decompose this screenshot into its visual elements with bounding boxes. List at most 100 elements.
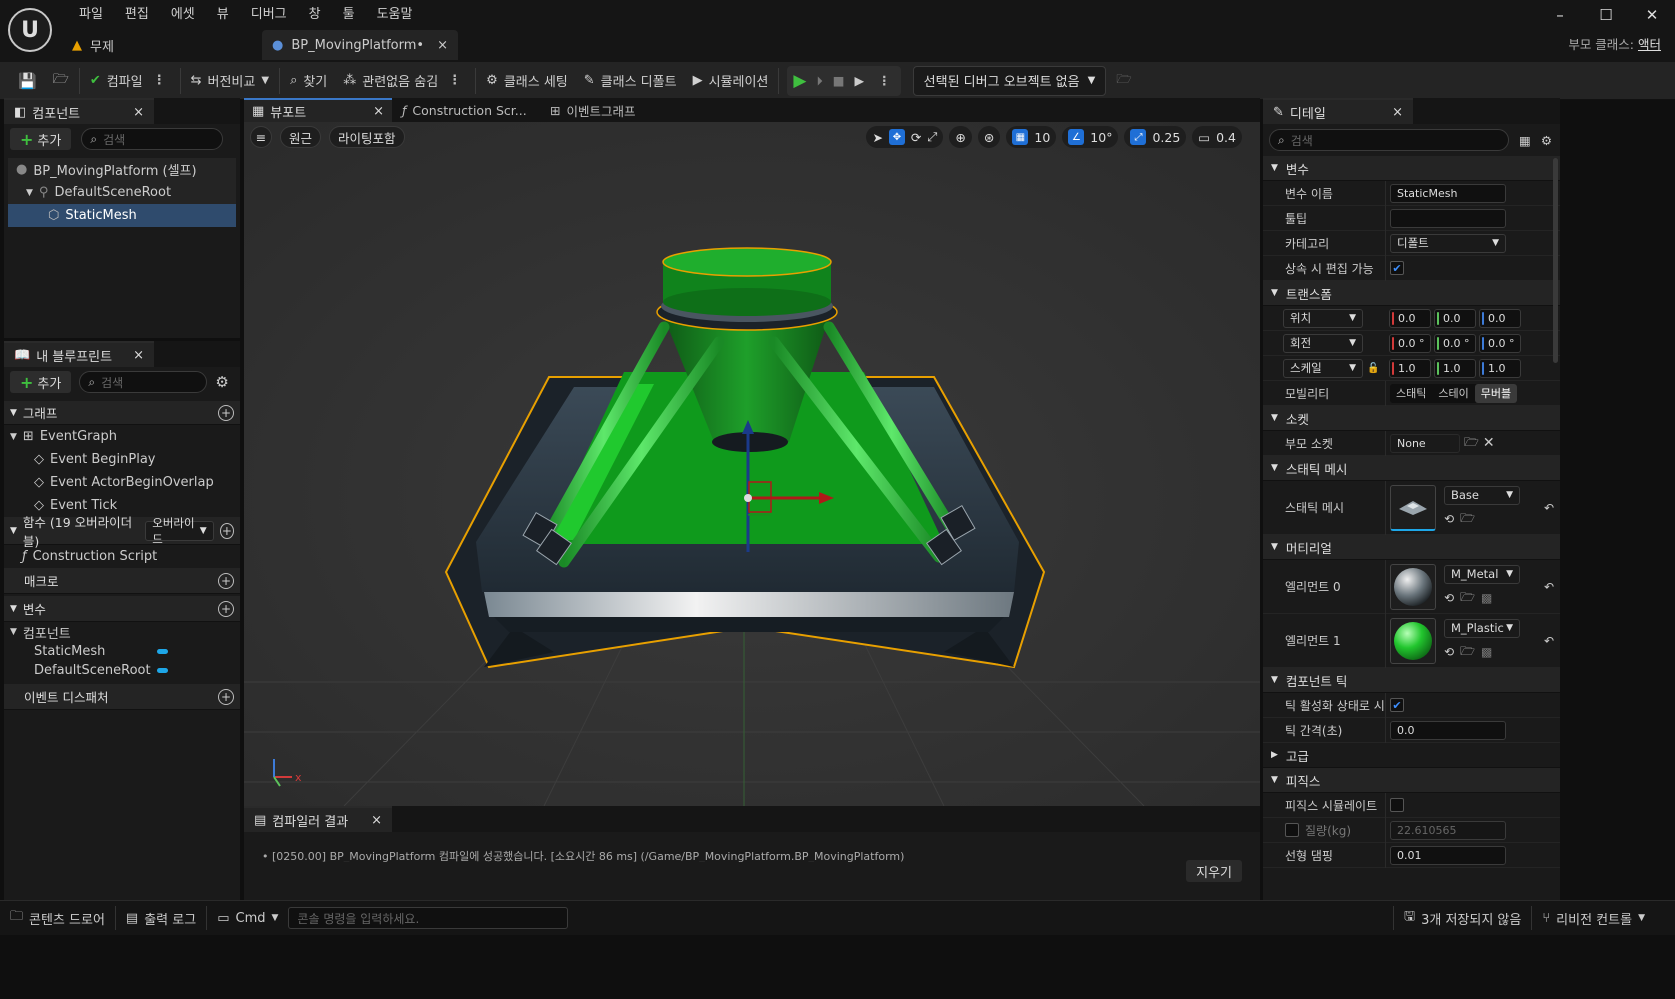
reset-arrow-icon[interactable]: ↶ (1544, 580, 1554, 594)
clear-button[interactable]: 지우기 (1186, 860, 1242, 882)
expand-arrow-icon[interactable]: ▼ (26, 188, 33, 198)
linear-damping-field[interactable]: 0.01 (1390, 845, 1506, 865)
add-component-button[interactable]: + 추가 (10, 128, 72, 150)
menu-tools[interactable]: 툴 (332, 5, 366, 25)
section-sockets[interactable]: ▼ 소켓 (1263, 406, 1560, 431)
menu-window[interactable]: 창 (298, 5, 332, 25)
rotation-y[interactable]: 0.0 ° (1434, 333, 1476, 353)
scale-z[interactable]: 1.0 (1479, 358, 1521, 378)
variables-section-header[interactable]: ▼ 변수 + (4, 596, 240, 622)
location-x[interactable]: 0.0 (1389, 308, 1431, 328)
material-thumbnail-plastic[interactable] (1390, 617, 1436, 664)
tab-construction-script[interactable]: ƒ Construction Scr... (392, 98, 540, 122)
scale-snap[interactable]: ⤢ 0.25 (1124, 126, 1187, 148)
tree-item-self[interactable]: ● BP_MovingPlatform (셀프) (8, 158, 236, 181)
stop-icon[interactable]: ■ (833, 73, 845, 88)
add-member-button[interactable]: + 추가 (10, 371, 72, 393)
location-y[interactable]: 0.0 (1434, 308, 1476, 328)
doc-tab-bp-moving-platform[interactable]: ● BP_MovingPlatform• × (262, 30, 458, 60)
mass-override-checkbox[interactable] (1285, 823, 1299, 837)
content-drawer-button[interactable]: 🗀 콘텐츠 드로어 (0, 901, 115, 936)
checker-icon[interactable]: ▩ (1481, 591, 1492, 605)
cmd-dropdown[interactable]: ▭ Cmd ▼ (207, 901, 288, 936)
revision-control-button[interactable]: ⑂ 리비전 컨트롤 ▼ (1532, 901, 1675, 936)
play-options-icon[interactable]: ▶ (855, 73, 865, 88)
table-view-icon[interactable]: ▦ (1519, 133, 1531, 148)
reset-arrow-icon[interactable]: ↶ (1544, 634, 1554, 648)
scale-icon[interactable]: ⤢ (927, 129, 937, 145)
gear-icon[interactable]: ⚙ (215, 373, 228, 391)
dispatchers-section-header[interactable]: 이벤트 디스패처 + (4, 684, 240, 710)
debug-browse-icon[interactable]: 🗁 (1112, 70, 1132, 91)
maximize-icon[interactable]: ☐ (1583, 6, 1629, 24)
variable-name-field[interactable]: StaticMesh (1390, 183, 1506, 203)
browse-folder-icon[interactable]: 🗁 (1460, 588, 1475, 609)
use-selected-icon[interactable]: ⟲ (1444, 591, 1454, 605)
menu-debug[interactable]: 디버그 (240, 5, 298, 25)
tab-viewport[interactable]: ▦ 뷰포트 × (244, 98, 392, 122)
var-static-mesh[interactable]: StaticMesh (4, 642, 240, 661)
checker-icon[interactable]: ▩ (1481, 645, 1492, 659)
mobility-movable[interactable]: 무버블 (1474, 383, 1518, 403)
material-thumbnail-metal[interactable] (1390, 563, 1436, 610)
components-search-input[interactable]: ⌕ 검색 (81, 128, 224, 150)
gear-icon[interactable]: ⚙ (1541, 133, 1552, 148)
find-button[interactable]: ⌕ 찾기 (282, 62, 335, 100)
translate-icon[interactable]: ✥ (888, 129, 905, 145)
viewport-3d[interactable]: x ≡ 원근 라이팅포함 ➤ ✥ ⟳ ⤢ ⊕ ⊛ ▦ 10 ∠ 10° ⤢ 0.25 … (244, 122, 1260, 806)
add-circle-icon[interactable]: + (218, 572, 234, 589)
menu-asset[interactable]: 에셋 (160, 5, 206, 25)
diff-button[interactable]: ⇆ 버전비교 ▼ (183, 62, 277, 100)
section-transform[interactable]: ▼ 트랜스폼 (1263, 281, 1560, 306)
static-mesh-dropdown[interactable]: Base ▼ (1444, 485, 1520, 505)
close-icon[interactable]: × (437, 38, 448, 53)
minimize-icon[interactable]: – (1537, 6, 1583, 24)
step-icon[interactable]: ⏵ (816, 73, 822, 89)
details-scrollbar[interactable] (1553, 158, 1558, 363)
world-local-toggle[interactable]: ⊕ (949, 126, 972, 148)
select-arrow-icon[interactable]: ➤ (872, 130, 882, 145)
section-variable[interactable]: ▼ 변수 (1263, 156, 1560, 181)
close-icon[interactable]: × (133, 348, 144, 363)
rotation-z[interactable]: 0.0 ° (1479, 333, 1521, 353)
unreal-logo-icon[interactable]: U (8, 8, 52, 52)
clear-x-icon[interactable]: ✕ (1483, 435, 1495, 451)
scale-y[interactable]: 1.0 (1434, 358, 1476, 378)
use-selected-icon[interactable]: ⟲ (1444, 645, 1454, 659)
browse-folder-icon[interactable]: 🗁 (1460, 509, 1475, 530)
class-defaults-button[interactable]: ✎ 클래스 디폴트 (576, 62, 685, 100)
parent-socket-field[interactable]: None (1390, 433, 1460, 453)
editable-checkbox[interactable]: ✔ (1390, 261, 1404, 275)
simulate-physics-checkbox[interactable] (1390, 798, 1404, 812)
rotation-dropdown[interactable]: 회전 ▼ (1283, 333, 1363, 353)
section-component-tick[interactable]: ▼ 컴포넌트 틱 (1263, 668, 1560, 693)
details-search-input[interactable]: ⌕ 검색 (1269, 129, 1509, 151)
compile-options-icon[interactable]: ⋮ (149, 73, 170, 88)
event-graph-item[interactable]: ▼ ⊞ EventGraph (4, 425, 240, 448)
tab-event-graph[interactable]: ⊞ 이벤트그래프 (540, 98, 680, 122)
output-log-button[interactable]: ▤ 출력 로그 (116, 901, 206, 936)
mobility-stationary[interactable]: 스테이 (1432, 385, 1474, 401)
browse-button[interactable]: 🗁 (45, 62, 77, 100)
functions-section-header[interactable]: ▼ 함수 (19 오버라이더블) 오버라이드 ▼ + (4, 515, 240, 549)
perspective-button[interactable]: 원근 (280, 126, 322, 148)
element-0-dropdown[interactable]: M_Metal ▼ (1444, 564, 1520, 584)
components-tab[interactable]: ◧ 컴포넌트 × (4, 98, 154, 124)
rotation-x[interactable]: 0.0 ° (1389, 333, 1431, 353)
play-menu-icon[interactable]: ⋮ (874, 73, 895, 88)
add-circle-icon[interactable]: + (218, 600, 234, 617)
browse-folder-icon[interactable]: 🗁 (1460, 642, 1475, 663)
menu-file[interactable]: 파일 (68, 5, 114, 25)
event-begin-play-item[interactable]: ◇ Event BeginPlay (4, 448, 240, 471)
add-circle-icon[interactable]: + (219, 522, 234, 539)
mobility-static[interactable]: 스태틱 (1390, 385, 1432, 401)
menu-view[interactable]: 뷰 (206, 5, 240, 25)
mesh-thumbnail[interactable] (1390, 484, 1436, 531)
unsaved-button[interactable]: 🖫 3개 저장되지 않음 (1394, 901, 1531, 936)
grid-snap[interactable]: ▦ 10 (1006, 126, 1057, 148)
simulation-button[interactable]: ▶ 시뮬레이션 (685, 62, 777, 100)
tooltip-field[interactable] (1390, 208, 1506, 228)
reset-arrow-icon[interactable]: ↶ (1544, 501, 1554, 515)
camera-speed[interactable]: ▭ 0.4 (1192, 126, 1242, 148)
tree-item-static-mesh[interactable]: ⬡ StaticMesh (8, 204, 236, 227)
